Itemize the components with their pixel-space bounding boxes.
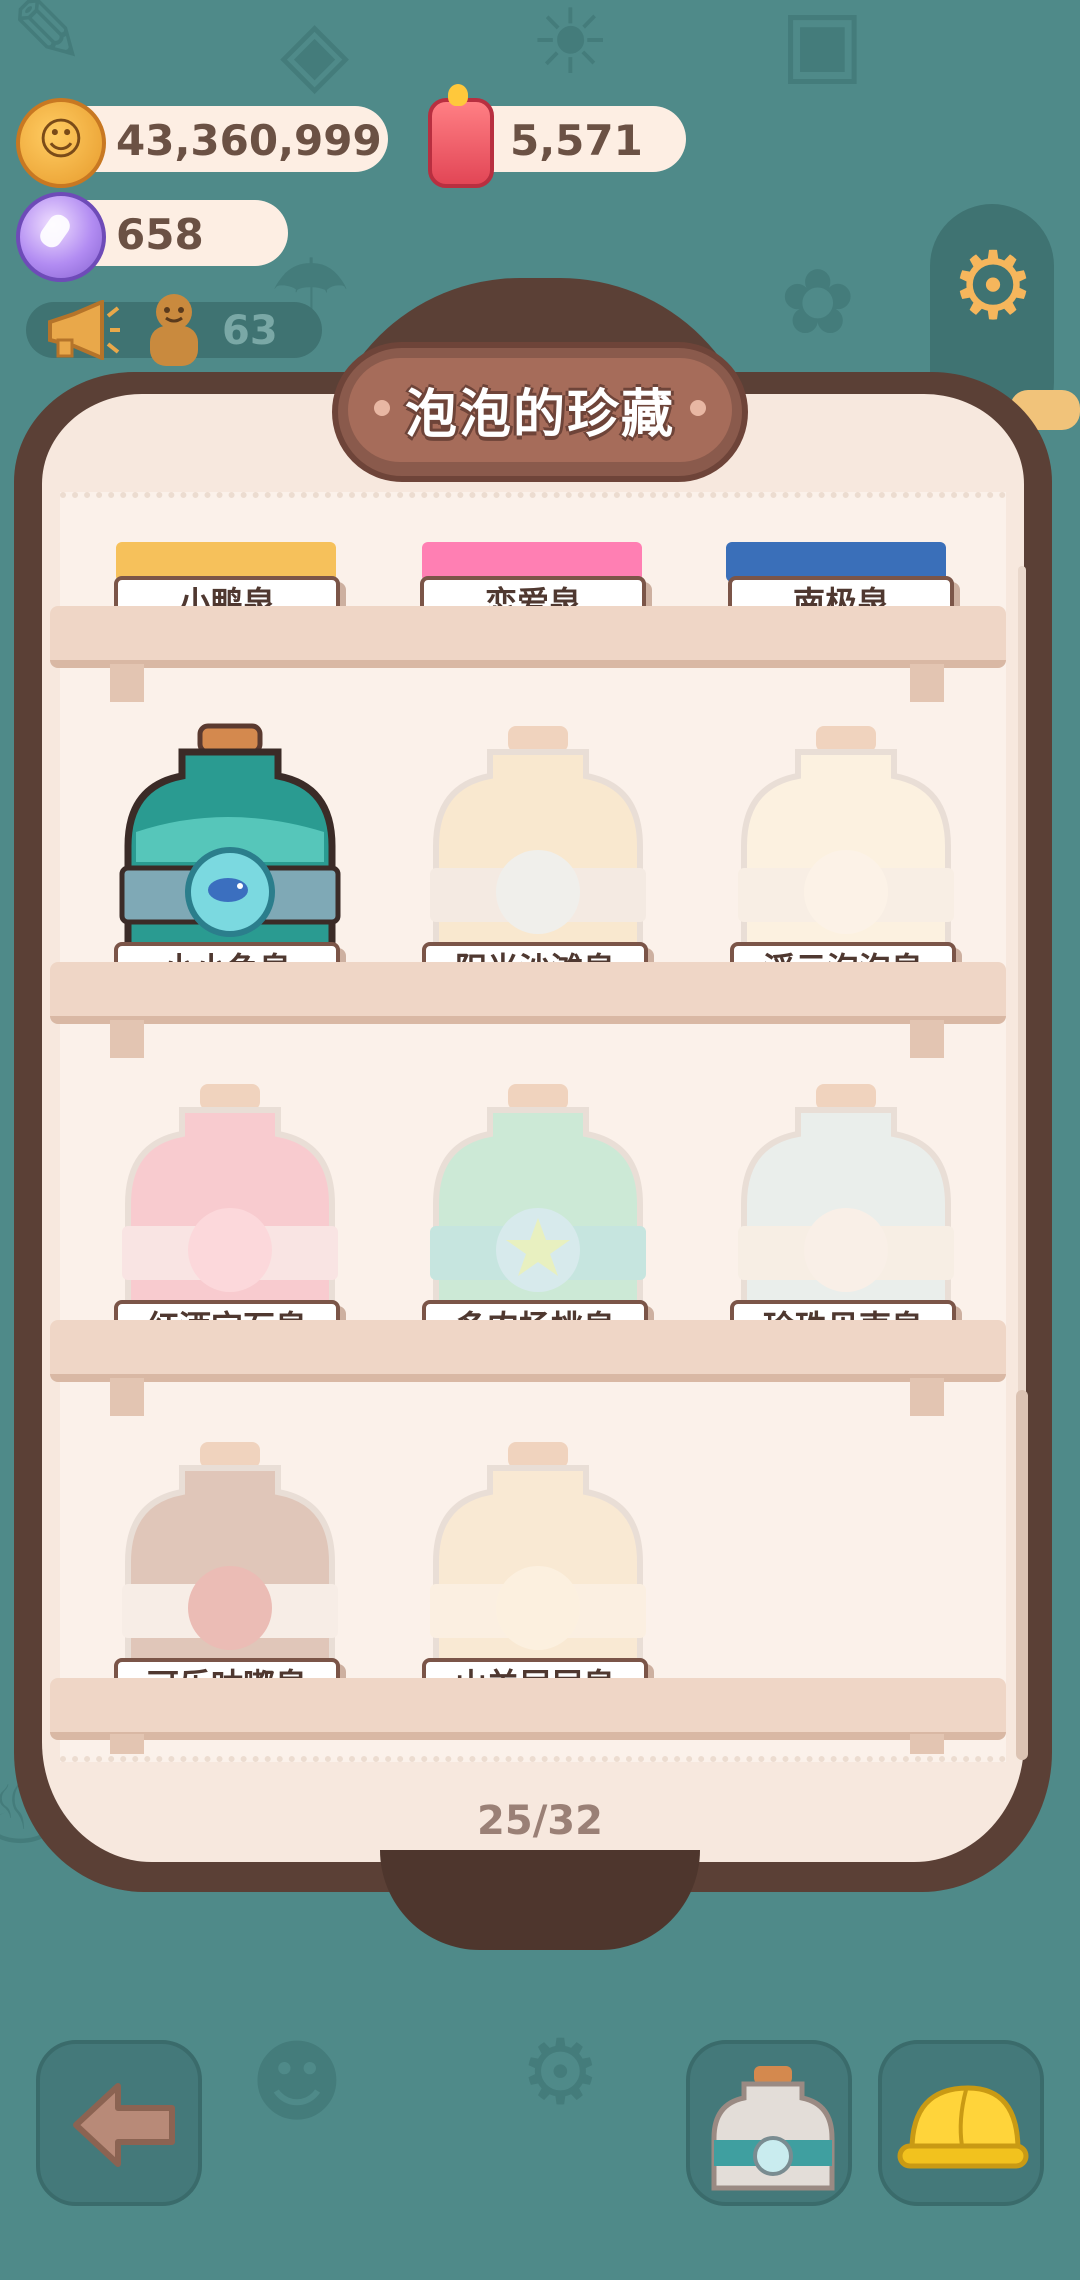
bottle-icon <box>430 726 646 952</box>
hat-button[interactable] <box>878 2040 1044 2206</box>
background-doodle: ✎ <box>10 0 86 85</box>
hard-hat-icon <box>897 2085 1029 2169</box>
collection-item[interactable]: 红酒宝石泉 <box>112 1080 348 1354</box>
shelf-leg <box>910 1020 944 1058</box>
scrollbar-thumb[interactable] <box>1016 1390 1028 1760</box>
collection-item[interactable]: 山羊屁屁泉 <box>420 1438 656 1712</box>
title-banner: 泡泡的珍藏 <box>332 342 748 482</box>
collection-item[interactable]: 多肉杨桃泉 <box>420 1080 656 1354</box>
candle-icon <box>428 84 494 188</box>
shelf-leg <box>110 1734 144 1754</box>
shelf-leg <box>910 1734 944 1754</box>
cookie-counter: 43,360,999 <box>16 98 388 188</box>
bottle-icon <box>738 1084 954 1310</box>
bottle-icon <box>738 726 954 952</box>
collection-item[interactable]: 小小鱼泉 <box>112 722 348 996</box>
gear-icon[interactable]: ⚙ <box>948 240 1038 334</box>
shelf-leg <box>910 1378 944 1416</box>
background-doodle: ◈ <box>280 0 350 105</box>
bottle-icon <box>430 1442 646 1668</box>
bottle-icon <box>122 1084 338 1310</box>
shelf-leg <box>110 1378 144 1416</box>
shelf-leg <box>110 1020 144 1058</box>
cookie-icon <box>16 98 106 188</box>
ad-count: 63 <box>222 308 278 354</box>
shelf-board <box>50 962 1006 1024</box>
bottle-icon <box>430 1084 646 1310</box>
bottle-icon <box>122 1442 338 1668</box>
background-doodle: ✿ <box>780 250 856 355</box>
collection-item[interactable]: 阳光沙滩泉 <box>420 722 656 996</box>
ad-reward-bar[interactable]: 63 <box>26 294 322 366</box>
background-doodle: ☻ <box>250 2030 344 2135</box>
shelf-leg <box>910 664 944 702</box>
collection-item[interactable]: 浮云泡泡泉 <box>728 722 964 996</box>
candle-amount: 5,571 <box>510 116 643 165</box>
shelf-board <box>50 606 1006 668</box>
gem-counter: 658 <box>16 192 288 282</box>
cookie-amount: 43,360,999 <box>116 116 382 165</box>
gem-icon <box>16 192 106 282</box>
shelf-board <box>50 1320 1006 1382</box>
megaphone-icon <box>48 300 120 360</box>
gem-amount: 658 <box>116 210 204 259</box>
background-doodle: ⚙ <box>520 2020 601 2125</box>
bottle-button[interactable] <box>686 2040 852 2206</box>
back-arrow-icon <box>73 2083 175 2167</box>
background-doodle: ▣ <box>780 0 866 95</box>
page-counter: 25/32 <box>477 1798 603 1844</box>
bottle-icon <box>711 2066 835 2191</box>
gingerbread-icon <box>150 294 198 366</box>
background-doodle: ☀ <box>530 0 611 95</box>
shelf-leg <box>110 664 144 702</box>
back-button[interactable] <box>36 2040 202 2206</box>
shelf-board <box>50 1678 1006 1740</box>
bottle-icon <box>119 723 341 952</box>
panel-title: 泡泡的珍藏 <box>404 385 675 445</box>
candle-counter: 5,571 <box>428 84 686 188</box>
collection-item[interactable]: 可乐咕嘟泉 <box>112 1438 348 1712</box>
shelf-area[interactable]: 小鸭泉 恋爱泉 南极泉 小小鱼泉 阳光沙滩泉 <box>44 526 1010 1762</box>
collection-item[interactable]: 珍珠贝壳泉 <box>728 1080 964 1354</box>
frame-bottom-lump <box>380 1850 700 1950</box>
